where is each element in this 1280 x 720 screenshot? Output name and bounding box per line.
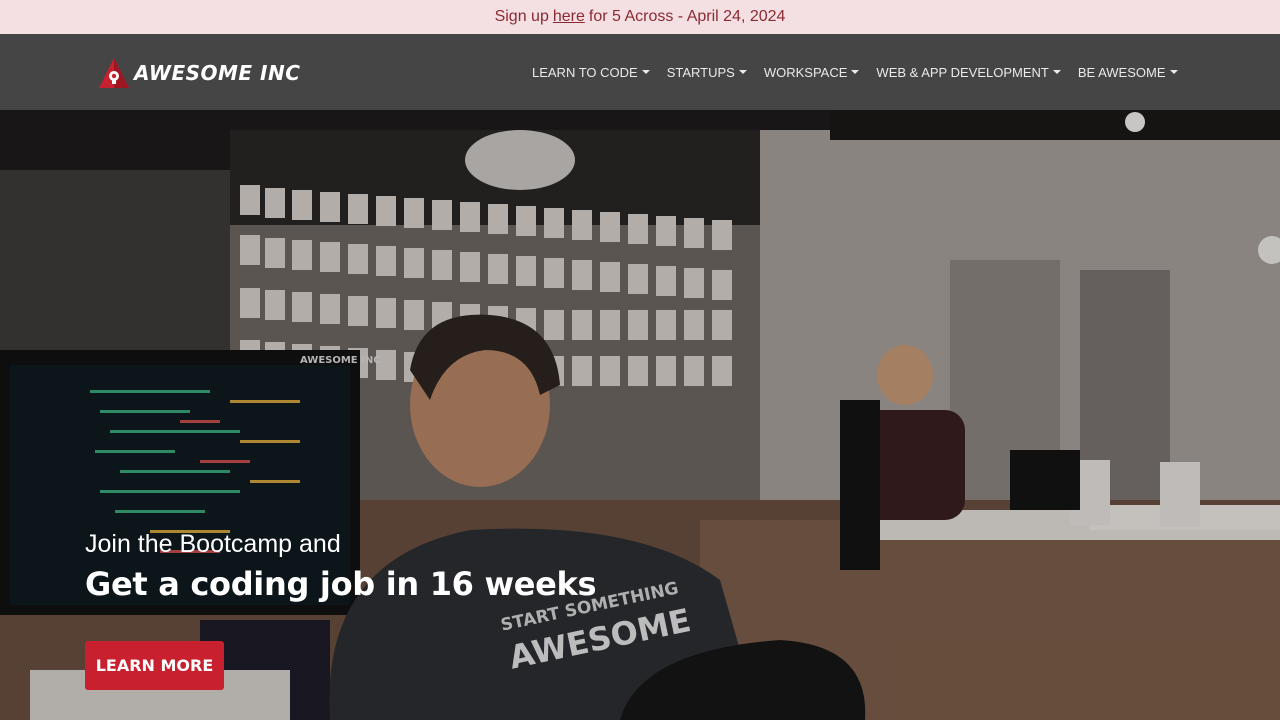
caret-down-icon	[1169, 70, 1178, 74]
caret-down-icon	[1052, 70, 1061, 74]
lightbulb-triangle-icon	[98, 56, 130, 90]
announcement-bar: Sign up here for 5 Across - April 24, 20…	[0, 0, 1280, 34]
nav-label: WORKSPACE	[763, 64, 848, 80]
nav-workspace[interactable]: WORKSPACE	[755, 65, 868, 80]
logo[interactable]: AWESOME INC	[98, 56, 300, 90]
nav-label: BE AWESOME	[1077, 64, 1166, 80]
hero-subtitle: Join the Bootcamp and	[85, 530, 341, 558]
logo-text: AWESOME INC	[134, 61, 301, 85]
hero-overlay	[0, 110, 1280, 720]
caret-down-icon	[851, 70, 860, 74]
main-nav: LEARN TO CODE STARTUPS WORKSPACE WEB & A…	[523, 34, 1186, 110]
hero-title: Get a coding job in 16 weeks	[85, 565, 597, 603]
announcement-prefix: Sign up	[494, 8, 549, 25]
nav-label: STARTUPS	[666, 64, 735, 80]
nav-label: LEARN TO CODE	[531, 64, 638, 80]
site-header: AWESOME INC LEARN TO CODE STARTUPS WORKS…	[0, 34, 1280, 110]
caret-down-icon	[641, 70, 650, 74]
learn-more-button[interactable]: LEARN MORE	[85, 641, 224, 690]
hero-section: START SOMETHING AWESOME AWESOME INC Join…	[0, 110, 1280, 720]
nav-label: WEB & APP DEVELOPMENT	[876, 64, 1049, 80]
hero-text-block: Join the Bootcamp and Get a coding job i…	[85, 530, 597, 603]
nav-startups[interactable]: STARTUPS	[658, 65, 755, 80]
announcement-suffix: for 5 Across - April 24, 2024	[588, 8, 786, 25]
announcement-link[interactable]: here	[553, 8, 585, 26]
caret-down-icon	[738, 70, 747, 74]
nav-web-app-development[interactable]: WEB & APP DEVELOPMENT	[868, 65, 1069, 80]
nav-learn-to-code[interactable]: LEARN TO CODE	[523, 65, 658, 80]
nav-be-awesome[interactable]: BE AWESOME	[1069, 65, 1186, 80]
